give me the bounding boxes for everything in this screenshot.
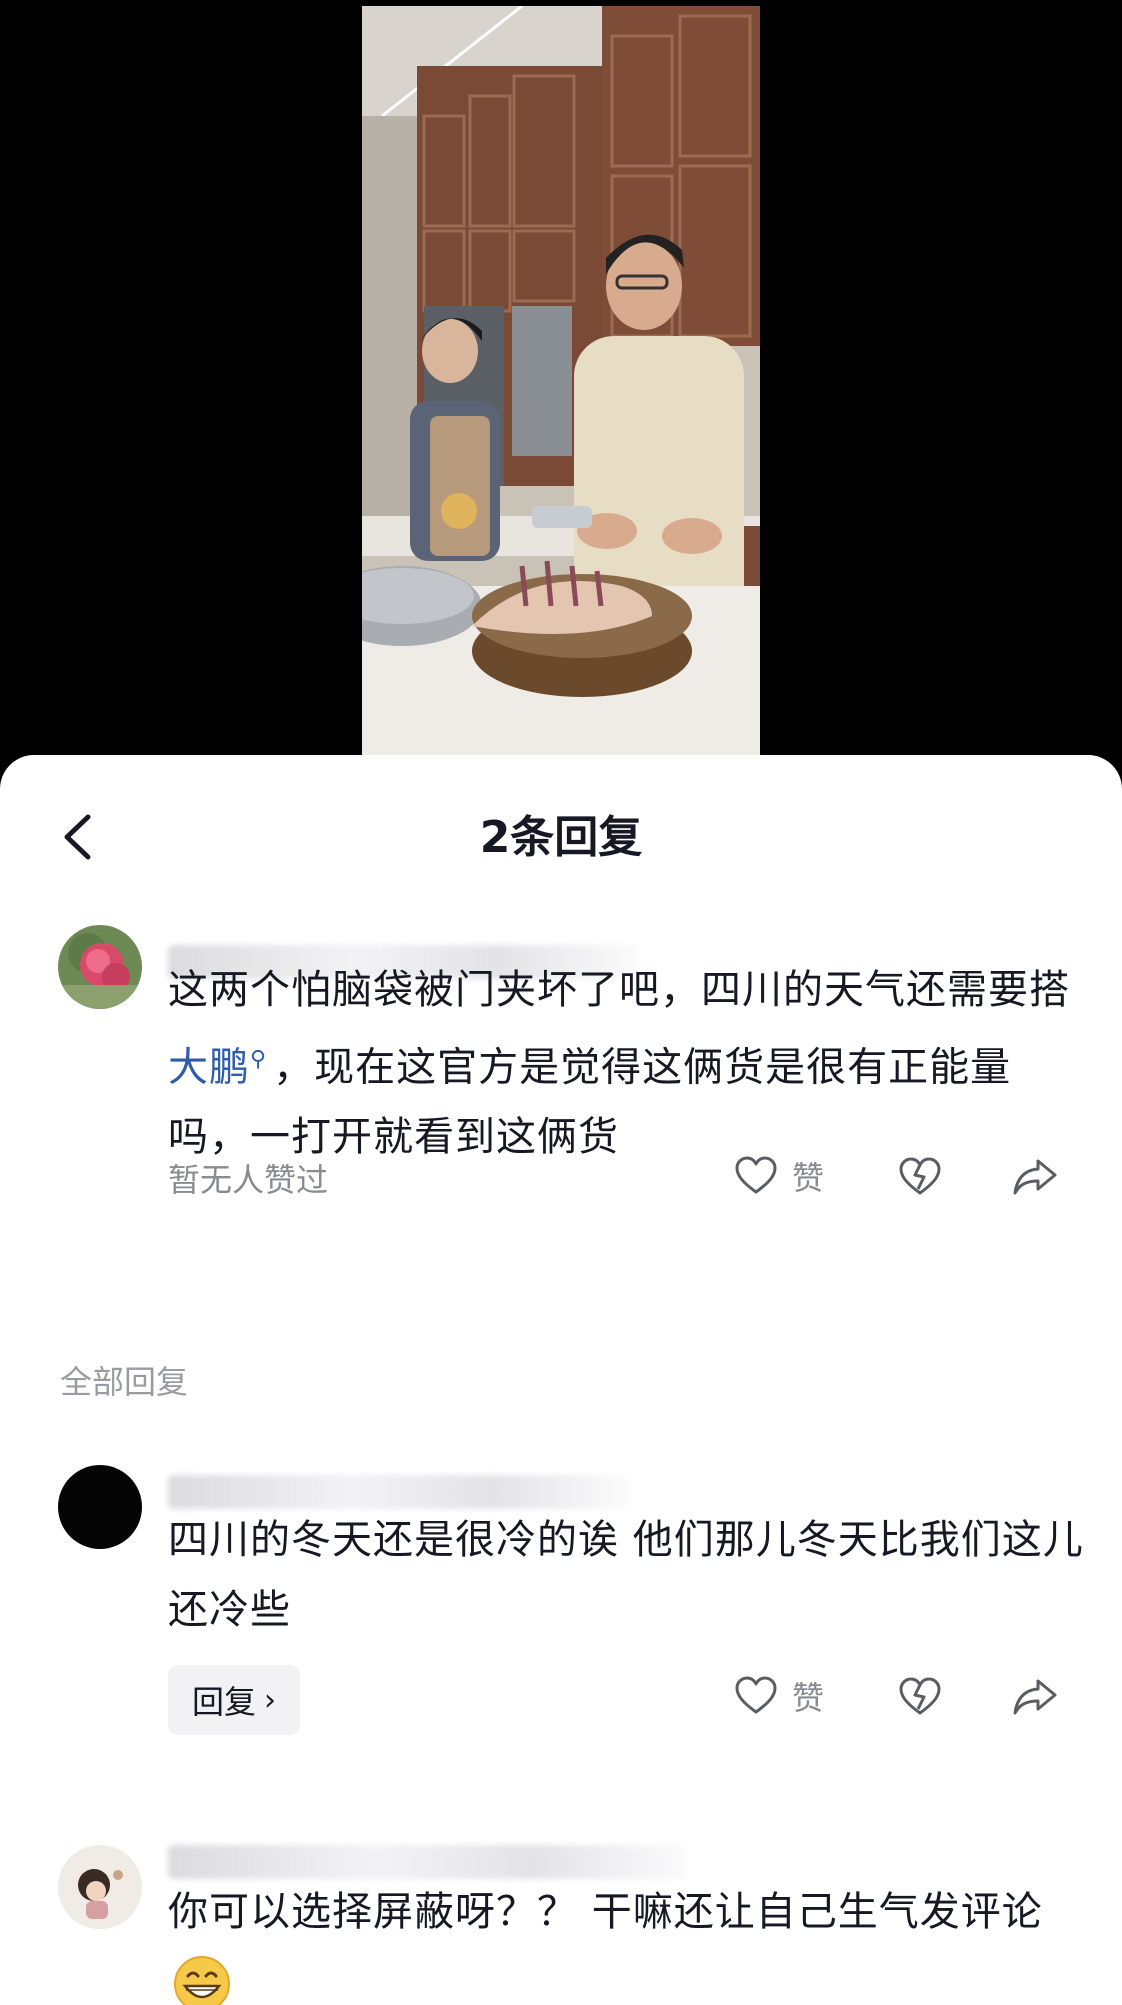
dislike-button[interactable] xyxy=(898,1157,942,1201)
like-button[interactable]: 赞 xyxy=(734,1673,824,1719)
avatar[interactable] xyxy=(58,925,142,1009)
like-label: 赞 xyxy=(792,1159,825,1197)
blurred-username xyxy=(168,1475,628,1509)
comment-actions: 赞 xyxy=(734,1153,1094,1213)
reply-button[interactable]: 回复 › xyxy=(168,1665,301,1735)
reply-text: 四川的冬天还是很冷的诶 他们那儿冬天比我们这儿还冷些 xyxy=(168,1517,1084,1633)
grin-emoji-icon xyxy=(172,1954,232,2005)
flower-avatar-image xyxy=(58,925,142,1009)
reply-item: 你可以选择屏蔽呀？？ 干嘛还让自己生气发评论 xyxy=(0,1795,1122,2005)
avatar[interactable] xyxy=(58,1465,142,1549)
share-arrow-icon xyxy=(1013,1679,1057,1715)
reply-label: 回复 xyxy=(192,1683,257,1721)
share-button[interactable] xyxy=(1012,1677,1058,1721)
video-player[interactable] xyxy=(0,0,1122,760)
cartoon-avatar-image xyxy=(58,1845,142,1929)
kitchen-video-still xyxy=(362,6,760,758)
likes-status: 暂无人赞过 xyxy=(168,1161,329,1199)
search-icon[interactable]: ⚲ xyxy=(250,1025,267,1095)
sheet-title: 2条回复 xyxy=(479,812,643,863)
all-replies-label: 全部回复 xyxy=(60,1363,189,1401)
reply-item: 四川的冬天还是很冷的诶 他们那儿冬天比我们这儿还冷些 回复 › 赞 xyxy=(0,1455,1122,1755)
dislike-button[interactable] xyxy=(898,1677,942,1721)
sheet-header: 2条回复 xyxy=(0,755,1122,925)
main-comment: 这两个怕脑袋被门夹坏了吧，四川的天气还需要搭大鹏⚲ ，现在这官方是觉得这俩货是很有… xyxy=(0,925,1122,1225)
broken-heart-icon xyxy=(899,1157,941,1195)
comment-replies-sheet: 2条回复 这两个怕脑袋被门夹坏了吧，四川的天气还需要搭大鹏⚲ ，现在这官方是觉得这… xyxy=(0,755,1122,2005)
share-arrow-icon xyxy=(1013,1159,1057,1195)
reply-text: 你可以选择屏蔽呀？？ 干嘛还让自己生气发评论 xyxy=(168,1877,1088,2005)
share-button[interactable] xyxy=(1012,1157,1058,1201)
blurred-username xyxy=(168,1845,688,1879)
chevron-right-icon: › xyxy=(264,1682,277,1718)
comment-text: 这两个怕脑袋被门夹坏了吧，四川的天气还需要搭大鹏⚲ ，现在这官方是觉得这俩货是很有… xyxy=(168,967,1070,1161)
broken-heart-icon xyxy=(899,1677,941,1715)
video-frame[interactable] xyxy=(362,6,760,758)
mention-link[interactable]: 大鹏 xyxy=(168,1044,250,1090)
like-button[interactable]: 赞 xyxy=(734,1153,824,1199)
heart-icon xyxy=(735,1156,777,1194)
like-label: 赞 xyxy=(792,1679,825,1717)
heart-icon xyxy=(735,1676,777,1714)
avatar[interactable] xyxy=(58,1845,142,1929)
reply-actions: 赞 xyxy=(734,1673,1094,1733)
